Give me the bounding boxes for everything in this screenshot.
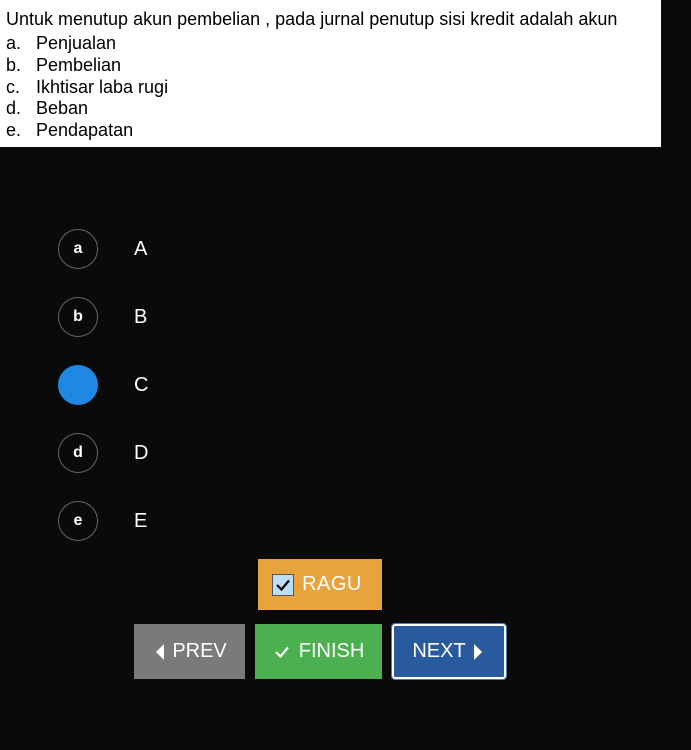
next-label: NEXT (412, 640, 465, 663)
ragu-label: RAGU (302, 573, 362, 596)
buttons-area: RAGU PREV FINISH NEXT (0, 559, 640, 679)
question-option: c.Ikhtisar laba rugi (6, 77, 655, 99)
answer-label-b: B (134, 306, 147, 329)
question-options-list: a.Penjualan b.Pembelian c.Ikhtisar laba … (6, 33, 655, 141)
check-icon (274, 576, 292, 594)
nav-row: PREV FINISH NEXT (134, 624, 505, 679)
answer-row-e: e E (58, 487, 691, 555)
chevron-left-icon (152, 642, 166, 662)
question-option: a.Penjualan (6, 33, 655, 55)
answer-label-e: E (134, 510, 147, 533)
answer-radio-b[interactable]: b (58, 297, 98, 337)
question-panel: Untuk menutup akun pembelian , pada jurn… (0, 0, 661, 147)
answer-row-a: a A (58, 215, 691, 283)
question-option: b.Pembelian (6, 55, 655, 77)
answer-row-b: b B (58, 283, 691, 351)
answer-row-c: c C (58, 351, 691, 419)
ragu-checkbox[interactable] (272, 574, 294, 596)
check-icon (273, 643, 291, 661)
answer-radio-e[interactable]: e (58, 501, 98, 541)
question-option: d.Beban (6, 98, 655, 120)
finish-label: FINISH (299, 640, 365, 663)
answer-label-a: A (134, 238, 147, 261)
answer-radio-d[interactable]: d (58, 433, 98, 473)
answer-row-d: d D (58, 419, 691, 487)
next-button[interactable]: NEXT (392, 624, 505, 679)
ragu-button[interactable]: RAGU (258, 559, 382, 610)
prev-label: PREV (172, 640, 226, 663)
answer-label-d: D (134, 442, 148, 465)
question-option: e.Pendapatan (6, 120, 655, 142)
question-text: Untuk menutup akun pembelian , pada jurn… (6, 8, 655, 31)
prev-button[interactable]: PREV (134, 624, 244, 679)
answer-label-c: C (134, 374, 148, 397)
chevron-right-icon (472, 642, 486, 662)
finish-button[interactable]: FINISH (255, 624, 383, 679)
answer-radio-c[interactable]: c (58, 365, 98, 405)
answer-radio-a[interactable]: a (58, 229, 98, 269)
answer-choices: a A b B c C d D e E (0, 147, 691, 555)
